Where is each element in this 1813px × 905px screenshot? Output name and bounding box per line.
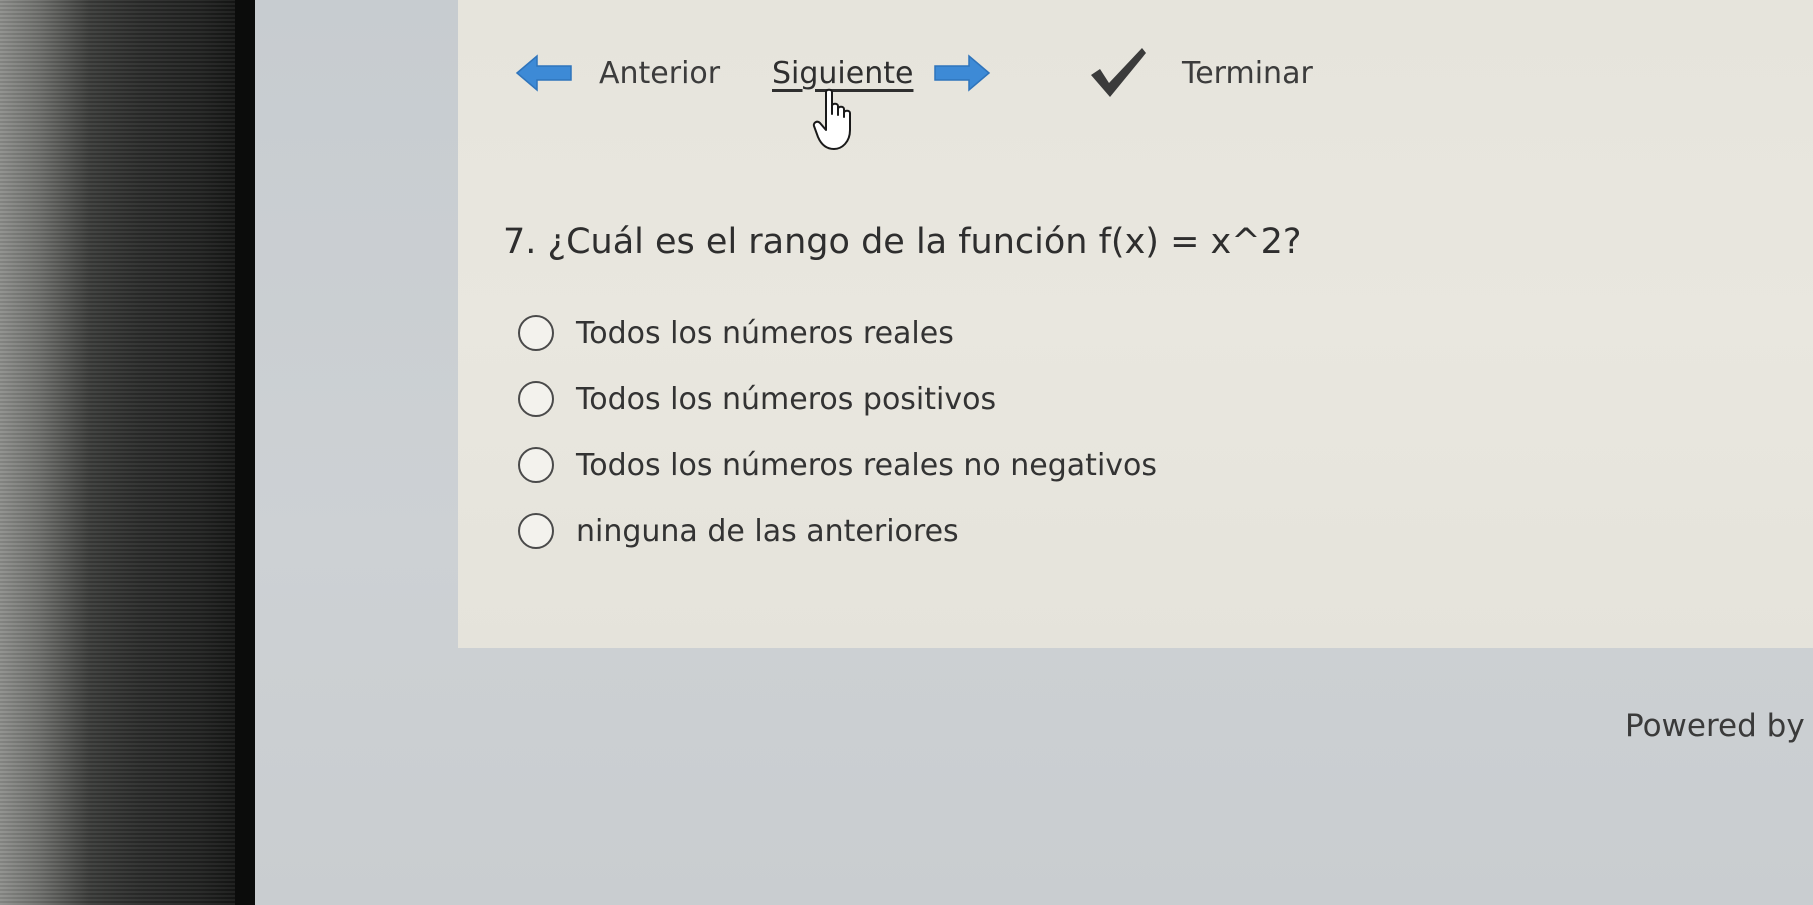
finish-label: Terminar (1182, 55, 1313, 91)
powered-by-text: Powered by (1625, 708, 1805, 744)
radio-button[interactable] (518, 447, 554, 483)
previous-label: Anterior (599, 55, 721, 91)
option-label: Todos los números positivos (576, 381, 997, 417)
option-1[interactable]: Todos los números reales (518, 300, 1157, 366)
finish-button[interactable]: Terminar (1088, 48, 1313, 97)
option-3[interactable]: Todos los números reales no negativos (518, 432, 1157, 498)
question-text: 7. ¿Cuál es el rango de la función f(x) … (503, 222, 1302, 262)
previous-button[interactable]: Anterior (515, 50, 720, 96)
right-arrow-icon (934, 54, 991, 92)
left-arrow-icon (515, 54, 572, 92)
option-4[interactable]: ninguna de las anteriores (518, 498, 1157, 564)
radio-button[interactable] (518, 381, 554, 417)
bezel-edge (235, 0, 255, 905)
option-label: Todos los números reales no negativos (576, 447, 1158, 483)
option-label: ninguna de las anteriores (576, 513, 959, 549)
radio-button[interactable] (518, 315, 554, 351)
answer-options: Todos los números reales Todos los númer… (518, 300, 1157, 564)
monitor-bezel (0, 0, 255, 905)
checkmark-icon (1091, 48, 1146, 97)
hand-cursor-icon (812, 88, 851, 150)
next-button[interactable]: Siguiente (772, 50, 991, 96)
option-2[interactable]: Todos los números positivos (518, 366, 1157, 432)
radio-button[interactable] (518, 513, 554, 549)
navigation-bar: Anterior Siguiente Terminar (0, 48, 1813, 100)
option-label: Todos los números reales (576, 315, 954, 351)
next-label: Siguiente (772, 55, 914, 91)
